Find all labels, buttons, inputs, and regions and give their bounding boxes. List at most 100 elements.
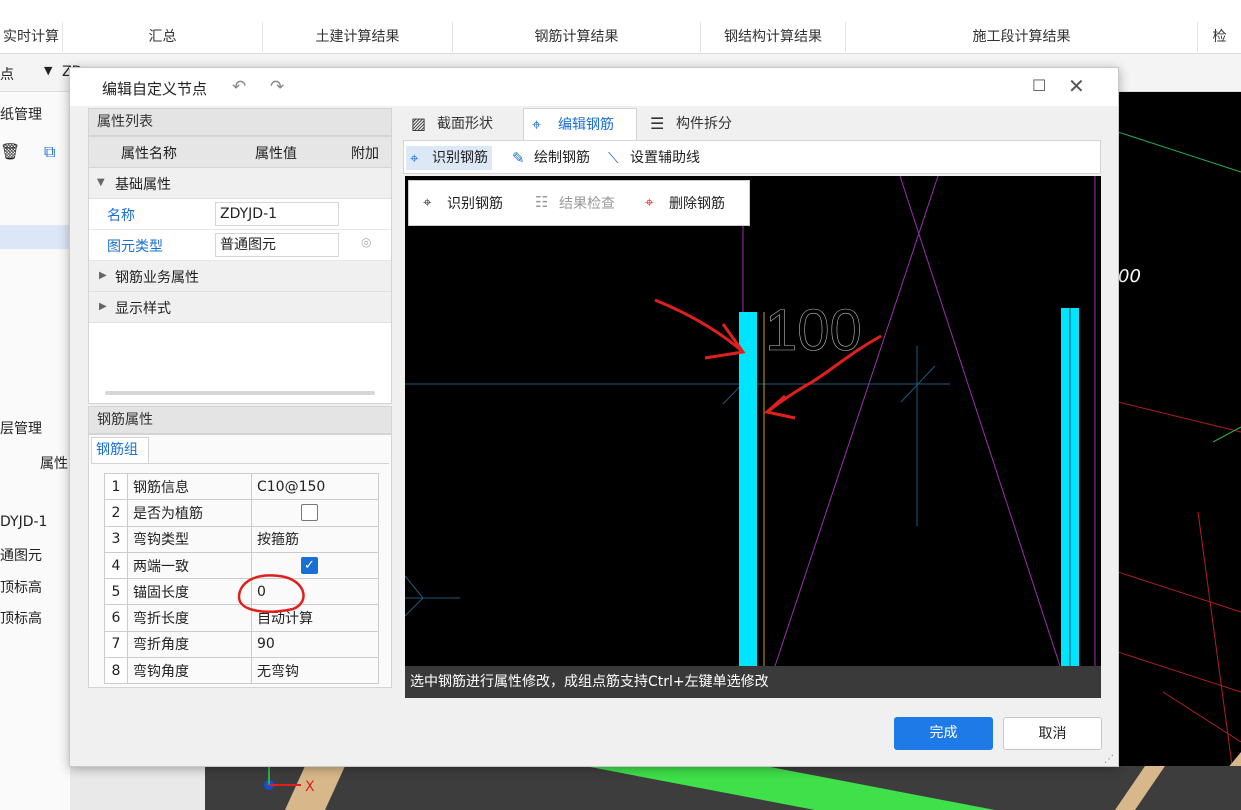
bend-angle-value[interactable]: 90 [251, 630, 379, 659]
prop-row-name: 名称 ZDYJD-1 [89, 199, 391, 230]
group-display-label: 显示样式 [115, 301, 171, 317]
row-number: 8 [104, 657, 128, 685]
ribbon-tab-civil-results[interactable]: 土建计算结果 [262, 22, 452, 52]
chevron-down-icon[interactable]: ▼ [44, 64, 52, 77]
table-row: 7 弯折角度 90 [104, 630, 379, 659]
delete-rebar-icon: ⌖ [645, 193, 654, 211]
row-name: 是否为植筋 [127, 499, 252, 527]
floating-toolbar: ⌖ 识别钢筋 ☷ 结果检查 ⌖ 删除钢筋 [408, 180, 750, 226]
guide-line-icon: ⟍ [608, 149, 619, 167]
prop-row-type: 图元类型 普通图元 ◎ [89, 230, 391, 261]
result-check-label: 结果检查 [559, 196, 615, 212]
canvas-dimension-label: 100 [765, 298, 862, 363]
delete-icon[interactable]: 🗑 [0, 142, 20, 161]
left-value-1: DYJD-1 [0, 514, 48, 530]
tab-section-shape[interactable]: ▨ 截面形状 [403, 108, 518, 140]
prop-label-type: 图元类型 [107, 239, 163, 255]
hook-type-value[interactable]: 按箍筋 [251, 525, 379, 553]
group-rebar-business[interactable]: ▶ 钢筋业务属性 [89, 261, 391, 292]
row-number: 2 [104, 499, 128, 527]
row-number: 4 [104, 551, 128, 580]
prop-input-name[interactable]: ZDYJD-1 [215, 202, 339, 226]
cancel-button[interactable]: 取消 [1003, 717, 1102, 750]
dialog-titlebar: 编辑自定义节点 ↶ ↷ ☐ ✕ [70, 68, 1118, 106]
row-name: 弯折长度 [127, 604, 252, 632]
cad-view-right: 00 [1118, 92, 1241, 810]
dialog-title: 编辑自定义节点 [102, 80, 208, 98]
ribbon-tab-check[interactable]: 检 [1197, 22, 1241, 52]
maximize-icon[interactable]: ☐ [1032, 76, 1046, 95]
ribbon-tab-rebar-results[interactable]: 钢筋计算结果 [452, 22, 700, 52]
table-row: 2 是否为植筋 [104, 499, 379, 527]
tab-edit-rebar[interactable]: ⌖ 编辑钢筋 [523, 108, 637, 140]
left-value-2: 通图元 [0, 548, 42, 564]
row-name: 弯折角度 [127, 630, 252, 659]
row-number: 5 [104, 578, 128, 606]
identify-rebar-button[interactable]: ⌖ 识别钢筋 [406, 146, 492, 170]
copy-icon[interactable]: ⧉ [44, 142, 55, 162]
cad-axis-x-label: X [305, 779, 315, 795]
layer-mgmt-title: 层管理 [0, 421, 42, 437]
draw-rebar-button[interactable]: ✎ 绘制钢筋 [508, 146, 594, 170]
prop-input-type[interactable]: 普通图元 [215, 233, 339, 257]
row-name: 弯钩角度 [127, 657, 252, 685]
ribbon-tab-realtime[interactable]: 实时计算 [0, 22, 62, 52]
redo-icon[interactable]: ↷ [270, 77, 284, 97]
horizontal-scrollbar[interactable] [105, 391, 375, 395]
result-check-button[interactable]: ☷ 结果检查 [535, 193, 615, 213]
rebar-attr-panel: 钢筋组 1 钢筋信息 C10@150 2 是否为植筋 3 弯钩类型 按箍筋 4 … [88, 434, 392, 688]
attr-col-header: 属性 [40, 456, 68, 472]
row-number: 7 [104, 630, 128, 659]
group-basic[interactable]: ▼ 基础属性 [89, 168, 391, 199]
property-grid: 属性名称 属性值 附加 ▼ 基础属性 名称 ZDYJD-1 图元类型 普通图元 … [88, 136, 392, 404]
rebar-bar-left[interactable] [739, 312, 757, 666]
rebar-canvas[interactable]: 100 ⌖ 识别钢筋 ☷ 结果检查 ⌖ 删除钢筋 [405, 176, 1101, 666]
ribbon-tab-steel-results[interactable]: 钢结构计算结果 [700, 22, 845, 52]
undo-icon[interactable]: ↶ [232, 77, 246, 97]
collapse-icon[interactable]: ▼ [97, 177, 105, 188]
delete-rebar-button[interactable]: ⌖ 删除钢筋 [645, 193, 725, 213]
identify-rebar-icon: ⌖ [423, 193, 432, 211]
tab-rebar-group[interactable]: 钢筋组 [91, 437, 149, 463]
set-guide-line-button[interactable]: ⟍ 设置辅助线 [604, 146, 704, 170]
resize-grip-icon[interactable]: ⋰ [1104, 754, 1114, 765]
row-number: 1 [104, 472, 128, 501]
selected-row-highlight[interactable] [0, 225, 70, 249]
prop-label-name: 名称 [107, 208, 135, 224]
planted-rebar-cell [251, 499, 379, 527]
rebar-info-value[interactable]: C10@150 [251, 472, 379, 501]
hook-angle-value[interactable]: 无弯钩 [251, 657, 379, 685]
set-guide-line-label: 设置辅助线 [630, 150, 700, 166]
table-row: 3 弯钩类型 按箍筋 [104, 525, 379, 553]
group-rebar-business-label: 钢筋业务属性 [115, 270, 199, 286]
row-name: 弯钩类型 [127, 525, 252, 553]
expand-icon[interactable]: ▶ [99, 301, 107, 312]
prop-grid-header: 属性名称 属性值 附加 [89, 137, 391, 168]
group-basic-label: 基础属性 [115, 177, 171, 193]
status-bar: 选中钢筋进行属性修改，成组点筋支持Ctrl+左键单选修改 [405, 666, 1101, 698]
check-list-icon: ☷ [535, 193, 549, 211]
draw-rebar-label: 绘制钢筋 [534, 150, 590, 166]
close-icon[interactable]: ✕ [1068, 74, 1085, 98]
expand-icon[interactable]: ▶ [99, 270, 107, 281]
tab-component-split[interactable]: ☰ 构件拆分 [642, 108, 760, 140]
rebar-attr-header: 钢筋属性 [88, 406, 392, 434]
edit-custom-node-dialog: 编辑自定义节点 ↶ ↷ ☐ ✕ 属性列表 属性名称 属性值 附加 ▼ 基础属性 … [69, 67, 1119, 767]
col-prop-value: 属性值 [255, 146, 297, 162]
identify-rebar-label: 识别钢筋 [432, 150, 488, 166]
ribbon-tab-segment-results[interactable]: 施工段计算结果 [845, 22, 1197, 52]
row-number: 6 [104, 604, 128, 632]
section-shape-icon: ▨ [411, 114, 427, 133]
table-row: 1 钢筋信息 C10@150 [104, 472, 379, 501]
extra-radio-icon[interactable]: ◎ [361, 235, 371, 249]
table-row: 8 弯钩角度 无弯钩 [104, 657, 379, 685]
group-display[interactable]: ▶ 显示样式 [89, 292, 391, 323]
left-value-4: 顶标高 [0, 611, 42, 627]
finish-button[interactable]: 完成 [894, 717, 993, 750]
tab-component-split-label: 构件拆分 [676, 116, 732, 132]
planted-rebar-checkbox[interactable] [301, 504, 318, 522]
cad-side-text: 00 [1118, 266, 1141, 287]
ribbon-tab-summary[interactable]: 汇总 [62, 22, 262, 52]
float-identify-rebar-button[interactable]: ⌖ 识别钢筋 [423, 193, 503, 213]
tab-edit-rebar-label: 编辑钢筋 [558, 117, 614, 133]
